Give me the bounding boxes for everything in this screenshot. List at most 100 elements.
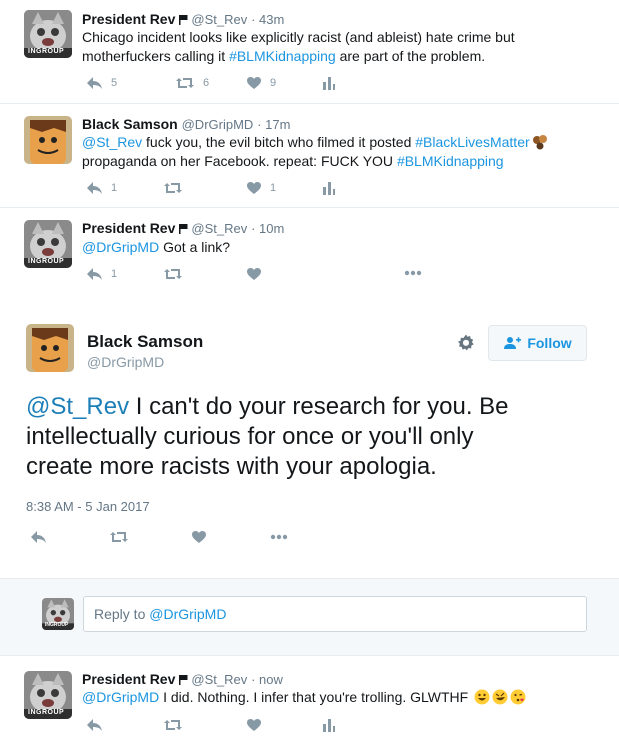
tweet-text: @DrGripMD Got a link? xyxy=(82,239,231,255)
like-button[interactable] xyxy=(246,267,262,281)
add-user-icon xyxy=(504,337,522,349)
reply-count: 1 xyxy=(111,182,118,194)
heart-icon xyxy=(247,77,261,89)
heart-icon xyxy=(247,268,261,280)
follow-button[interactable]: Follow xyxy=(488,325,587,361)
author-name[interactable]: Black Samson xyxy=(82,116,178,132)
retweet-icon xyxy=(176,78,194,88)
settings-button[interactable] xyxy=(457,334,475,357)
tweet-time[interactable]: · 10m xyxy=(251,221,284,236)
tweet-item[interactable]: INGROUP President Rev @St_Rev · 43m Chica… xyxy=(0,0,619,104)
author-name[interactable]: President Rev xyxy=(82,671,175,687)
flag-icon xyxy=(179,675,188,685)
avatar[interactable]: INGROUP xyxy=(24,10,72,58)
heart-icon xyxy=(192,531,206,543)
analytics-icon xyxy=(323,77,335,90)
author-handle[interactable]: @DrGripMD xyxy=(182,117,254,132)
author-handle[interactable]: @St_Rev xyxy=(191,221,247,236)
author-handle[interactable]: @St_Rev xyxy=(191,12,247,27)
like-count: 1 xyxy=(270,182,277,194)
main-tweet-text: @St_Rev I can't do your research for you… xyxy=(26,393,509,480)
hashtag-link[interactable]: #BlackLivesMatter xyxy=(415,134,529,150)
retweet-button[interactable] xyxy=(163,267,183,281)
author-name[interactable]: Black Samson xyxy=(87,332,203,352)
author-name[interactable]: President Rev xyxy=(82,11,175,27)
reply-icon xyxy=(31,531,46,543)
like-count: 9 xyxy=(270,77,277,89)
reply-button[interactable]: 1 xyxy=(86,181,117,195)
retweet-icon xyxy=(164,183,182,193)
analytics-button[interactable] xyxy=(322,181,336,195)
like-button[interactable] xyxy=(246,718,262,732)
author-handle[interactable]: @St_Rev xyxy=(191,672,247,687)
tweet-actions: 1 1 xyxy=(86,181,446,201)
tweet-item[interactable]: INGROUP President Rev @St_Rev · 10m @DrGr… xyxy=(0,208,619,296)
tweet-header: President Rev @St_Rev · 43m xyxy=(82,11,284,27)
reply-icon xyxy=(87,182,102,194)
analytics-button[interactable] xyxy=(322,718,336,732)
like-button[interactable] xyxy=(191,530,207,544)
reply-button[interactable]: 5 xyxy=(86,76,117,90)
fist-emoji-icon xyxy=(532,135,547,150)
tweet-timestamp[interactable]: 8:38 AM - 5 Jan 2017 xyxy=(26,499,150,514)
tweet-item[interactable]: INGROUP President Rev @St_Rev · now @DrGr… xyxy=(0,657,619,746)
reply-button[interactable]: 1 xyxy=(86,267,117,281)
retweet-button[interactable] xyxy=(163,181,183,195)
avatar[interactable] xyxy=(26,324,74,372)
analytics-icon xyxy=(323,182,335,195)
retweet-button[interactable]: 6 xyxy=(175,76,209,90)
avatar[interactable] xyxy=(24,116,72,164)
mention-link[interactable]: @St_Rev xyxy=(26,393,129,420)
analytics-button[interactable] xyxy=(322,76,336,90)
hashtag-link[interactable]: #BLMKidnapping xyxy=(397,153,504,169)
reply-icon xyxy=(87,719,102,731)
tweet-header: President Rev @St_Rev · 10m xyxy=(82,220,284,236)
avatar[interactable]: INGROUP xyxy=(24,671,72,719)
reply-count: 5 xyxy=(111,77,118,89)
reply-icon xyxy=(87,268,102,280)
tweet-text: @St_Rev fuck you, the evil bitch who fil… xyxy=(82,133,602,171)
more-button[interactable] xyxy=(270,534,288,540)
retweet-icon xyxy=(164,269,182,279)
more-button[interactable] xyxy=(404,270,422,276)
analytics-icon xyxy=(323,719,335,732)
retweet-button[interactable] xyxy=(109,530,129,544)
tweet-time[interactable]: · 43m xyxy=(251,12,284,27)
reply-input[interactable]: Reply to @DrGripMD xyxy=(83,596,587,632)
reply-button[interactable] xyxy=(86,718,103,732)
reply-button[interactable] xyxy=(30,530,47,544)
reply-count: 1 xyxy=(111,268,118,280)
flag-icon xyxy=(179,224,188,234)
avatar-caption: INGROUP xyxy=(45,622,69,628)
retweet-count: 6 xyxy=(203,77,210,89)
follow-label: Follow xyxy=(527,335,572,351)
like-button[interactable]: 9 xyxy=(246,76,276,90)
avatar[interactable]: INGROUP xyxy=(24,220,72,268)
author-handle[interactable]: @DrGripMD xyxy=(87,354,164,370)
retweet-button[interactable] xyxy=(163,718,183,732)
tweet-header: Black Samson @DrGripMD · 17m xyxy=(82,116,290,132)
tweet-time[interactable]: · 17m xyxy=(257,117,290,132)
tweet-time[interactable]: · now xyxy=(251,672,283,687)
more-icon xyxy=(270,534,288,540)
avatar-caption: INGROUP xyxy=(28,258,65,265)
avatar-caption: INGROUP xyxy=(28,709,65,716)
mention-link[interactable]: @DrGripMD xyxy=(82,689,159,705)
main-tweet: Black Samson @DrGripMD Follow @St_Rev I … xyxy=(0,296,619,579)
tweet-actions: 5 6 9 xyxy=(86,76,446,96)
tweet-actions xyxy=(30,530,330,550)
heart-icon xyxy=(247,182,261,194)
retweet-icon xyxy=(110,532,128,542)
hashtag-link[interactable]: #BLMKidnapping xyxy=(229,48,336,64)
mention-link[interactable]: @St_Rev xyxy=(82,134,142,150)
heart-icon xyxy=(247,719,261,731)
reply-placeholder-mention: @DrGripMD xyxy=(149,606,227,622)
tweet-text: @DrGripMD I did. Nothing. I infer that y… xyxy=(82,688,612,707)
author-name[interactable]: President Rev xyxy=(82,220,175,236)
retweet-icon xyxy=(164,720,182,730)
tweet-header: President Rev @St_Rev · now xyxy=(82,671,283,687)
mention-link[interactable]: @DrGripMD xyxy=(82,239,159,255)
like-button[interactable]: 1 xyxy=(246,181,276,195)
tweet-item[interactable]: Black Samson @DrGripMD · 17m @St_Rev fuc… xyxy=(0,104,619,208)
smile-emoji-icon xyxy=(474,689,490,705)
